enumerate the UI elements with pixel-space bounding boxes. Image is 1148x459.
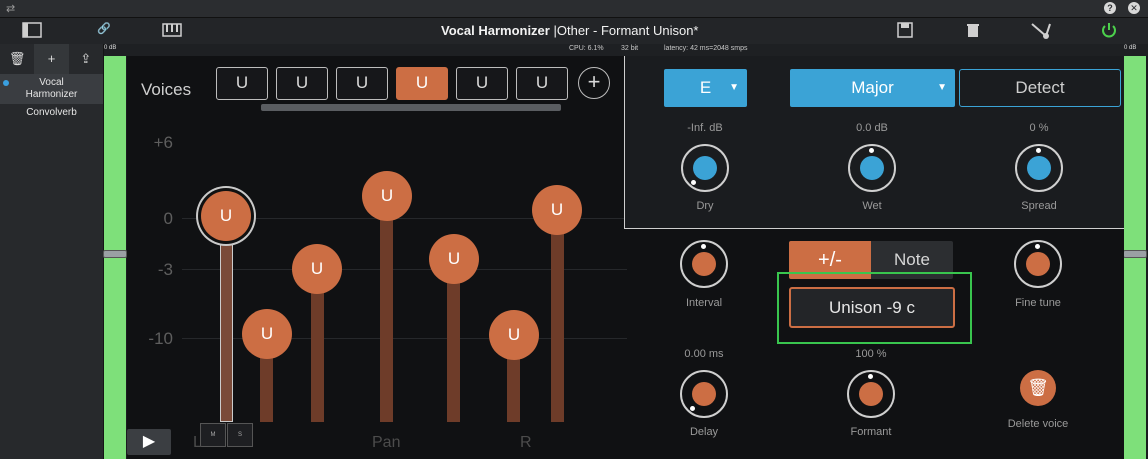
voice-knob[interactable]: U [532,185,582,235]
plugin-item-label: Convolverb [26,107,77,118]
dry-label: Dry [696,200,714,212]
pan-right-label: R [520,434,532,451]
formant-knob[interactable] [847,370,895,418]
spread-label: Spread [1021,200,1057,212]
add-voice-button[interactable]: + [578,67,610,99]
delay-value: 0.00 ms [684,348,724,360]
wet-label: Wet [862,200,882,212]
voice-knob[interactable]: U [292,244,342,294]
bit-depth: 32 bit [621,45,639,52]
axis-label-0: 0 [163,209,173,228]
play-button[interactable]: ▶ [127,429,171,455]
voice-tab-5[interactable]: U [456,67,508,100]
axis-label-plus6: +6 [153,133,173,152]
plugin-toolbar: 🔗 Vocal Harmonizer |Other - Formant Unis… [0,18,1148,44]
interval-knob[interactable] [680,240,728,288]
axis-label-minus3: -3 [157,260,173,279]
active-dot-icon [3,80,9,86]
voices-label: Voices [141,80,192,99]
link-icon[interactable]: 🔗 [97,22,111,35]
trash-icon[interactable] [966,22,980,41]
delay-label: Delay [689,426,719,438]
keyboard-icon[interactable] [162,22,182,41]
delay-knob[interactable] [680,370,728,418]
delete-plugin-icon[interactable]: 🗑 [0,44,34,74]
wet-knob[interactable] [848,144,896,192]
key-panel: E ▼ Major ▼ Detect -Inf. dB Dry 0.0 dB Wet… [624,56,1124,229]
voice-tabs-scrollbar[interactable] [261,104,561,111]
dry-value: -Inf. dB [687,122,723,134]
voice-slider-track[interactable] [220,216,233,422]
add-plugin-icon[interactable]: + [34,44,69,74]
spread-value: 0 % [1029,122,1049,134]
voice-knob-selected[interactable]: U [201,191,251,241]
pan-center-label: Pan [372,434,401,451]
voice-knob[interactable]: U [489,310,539,360]
detect-button[interactable]: Detect [959,69,1121,107]
plugin-item-vocal-harmonizer[interactable]: Vocal Harmonizer [0,74,103,104]
voice-knob[interactable]: U [242,309,292,359]
formant-label: Formant [850,426,892,438]
plugin-chain-sidebar: 🗑 + ⇪ Vocal Harmonizer Convolverb [0,44,104,459]
input-meter: 0 dB [103,45,127,459]
chevron-down-icon: ▼ [729,82,739,93]
voice-knob[interactable]: U [429,234,479,284]
close-icon[interactable]: ✕ [1128,2,1140,14]
voice-tab-1[interactable]: U [216,67,268,100]
interval-value-field[interactable]: Unison -9 c [789,287,955,328]
output-meter-db: 0 dB [1124,45,1137,51]
interval-label: Interval [685,297,723,309]
sidebar-tools: 🗑 + ⇪ [0,44,103,74]
key-value: E [699,78,712,97]
voice-tab-2[interactable]: U [276,67,328,100]
window-strip: ⇄ ? ✕ [0,0,1148,18]
spread-knob[interactable] [1015,144,1063,192]
swap-icon[interactable]: ⇄ [6,2,15,15]
help-icon[interactable]: ? [1104,2,1116,14]
key-dropdown[interactable]: E ▼ [664,69,747,107]
formant-value: 100 % [855,348,887,360]
input-meter-db: 0 dB [104,45,117,51]
dry-knob[interactable] [681,144,729,192]
fine-tune-knob[interactable] [1014,240,1062,288]
wet-value: 0.0 dB [856,122,888,134]
plugin-item-label: Vocal Harmonizer [25,77,78,100]
voice-knob[interactable]: U [362,171,412,221]
voice-slider-track[interactable] [551,210,564,422]
chevron-down-icon: ▼ [937,82,947,93]
output-meter: 0 dB [1123,45,1147,459]
plugin-name: Vocal Harmonizer [441,23,550,38]
input-gain-handle[interactable] [103,250,127,258]
solo-button[interactable]: S [227,423,253,447]
voice-tab-4[interactable]: U [396,67,448,100]
fine-tune-label: Fine tune [1015,297,1061,309]
plugin-item-convolverb[interactable]: Convolverb [0,104,103,122]
harmonizer-editor: Voices U U U U U U + +6 0 -3 -10 U U U U… [127,56,1124,459]
panel-toggle-icon[interactable] [22,22,42,41]
export-icon[interactable]: ⇪ [69,44,103,74]
latency-readout: latency: 42 ms=2048 smps [664,45,748,52]
output-gain-handle[interactable] [1123,250,1147,258]
mute-button[interactable]: M [200,423,226,447]
trash-icon: 🗑 [1027,378,1049,397]
voice-slider-track[interactable] [380,196,393,422]
save-icon[interactable] [897,22,913,41]
voice-tab-3[interactable]: U [336,67,388,100]
delete-voice-button[interactable]: 🗑 [1020,370,1056,406]
scale-value: Major [851,78,894,97]
delete-voice-label: Delete voice [1007,418,1069,430]
power-icon[interactable] [1101,22,1117,41]
scale-dropdown[interactable]: Major ▼ [790,69,955,107]
axis-label-minus10: -10 [148,329,173,348]
status-bar: CPU: 6.1% 32 bit latency: 42 ms=2048 smp… [104,44,1148,56]
pan-left-label: L [193,434,202,451]
voice-tab-6[interactable]: U [516,67,568,100]
preset-name[interactable]: Other - Formant Unison* [557,23,699,38]
plugin-title: Vocal Harmonizer |Other - Formant Unison… [441,23,698,38]
routing-icon[interactable] [1030,22,1052,43]
cpu-readout: CPU: 6.1% [569,45,604,52]
